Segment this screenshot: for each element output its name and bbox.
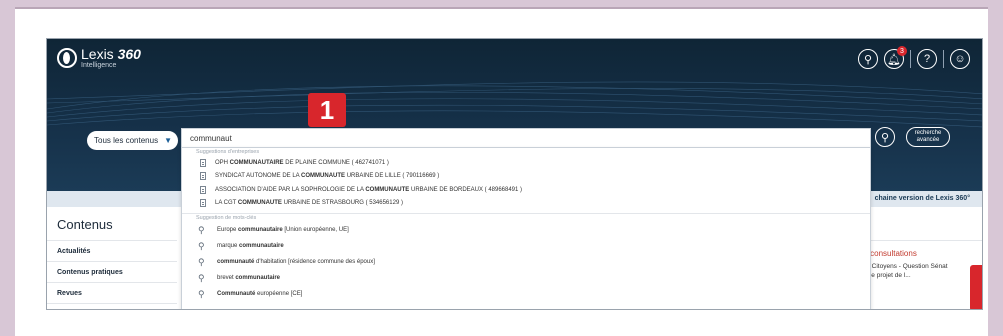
lexis-logo[interactable]: Lexis 360 Intelligence [57,47,141,69]
toolbar-divider [910,50,911,68]
document-icon [200,172,206,181]
user-account-icon[interactable]: ☺ [950,49,970,69]
document-icon [200,158,206,167]
entreprises-header: Suggestions d'entreprises [196,149,260,155]
suggestion-entreprise[interactable]: OPH COMMUNAUTAIRE DE PLAINE COMMUNE ( 46… [182,156,870,170]
document-icon [200,199,206,208]
suggestion-term[interactable]: ⚲ Communauté européenne [CE] [182,286,870,302]
toolbar-divider [943,50,944,68]
contents-item-pratiques[interactable]: Contenus pratiques [47,262,177,283]
app-window: Lexis 360 Intelligence ⚲ 🔔︎ 3 ? ☺ Tous l… [46,38,983,310]
search-icon: ⚲ [198,272,205,283]
contents-item-actualites[interactable]: Actualités [47,241,177,262]
suggestion-term[interactable]: ⚲ communauté d'habitation [résidence com… [182,254,870,270]
logo-subtitle: Intelligence [81,62,117,69]
notification-badge: 3 [897,46,907,56]
contents-panel: Contenus Actualités Contenus pratiques R… [47,207,177,304]
suggestion-entreprise[interactable]: LA CGT COMMUNAUTE URBAINE DE STRASBOURG … [182,197,870,211]
scope-select-label: Tous les contenus [94,136,159,145]
logo-title: Lexis 360 [81,46,141,62]
caret-down-icon: ▼ [164,136,172,145]
notice-text[interactable]: chaine version de Lexis 360° [875,195,970,202]
lexis-logo-icon [57,48,77,68]
terms-header: Suggestion de mots-clés [196,215,257,221]
top-toolbar: ⚲ 🔔︎ 3 ? ☺ [858,46,970,69]
suggestion-entreprise[interactable]: ASSOCIATION D'AIDE PAR LA SOPHROLOGIE DE… [182,183,870,197]
document-icon [200,185,206,194]
feedback-tab[interactable] [970,265,982,309]
suggestion-term[interactable]: ⚲ marque communautaire [182,238,870,254]
help-icon[interactable]: ? [917,49,937,69]
search-input[interactable]: communaut [181,128,871,148]
advanced-search-button[interactable]: recherche avancée [906,127,950,147]
search-icon: ⚲ [198,240,205,251]
bell-icon[interactable]: 🔔︎ 3 [884,46,907,69]
contents-title: Contenus [47,207,177,241]
suggestion-term[interactable]: ⚲ brevet communautaire [182,270,870,286]
step-marker: 1 [308,93,346,127]
suggestion-term[interactable]: ⚲ Europe communautaire [Union européenne… [182,222,870,238]
search-scope-select[interactable]: Tous les contenus ▼ [87,131,178,150]
search-suggestions-dropdown: Suggestions d'entreprises OPH COMMUNAUTA… [181,147,871,309]
search-icon[interactable]: ⚲ [875,127,895,147]
search-icon: ⚲ [198,224,205,235]
search-icon: ⚲ [198,256,205,267]
pin-icon[interactable]: ⚲ [858,49,878,69]
contents-item-revues[interactable]: Revues [47,283,177,304]
search-icon: ⚲ [198,288,205,299]
suggestion-entreprise[interactable]: SYNDICAT AUTONOME DE LA COMMUNAUTE URBAI… [182,170,870,184]
